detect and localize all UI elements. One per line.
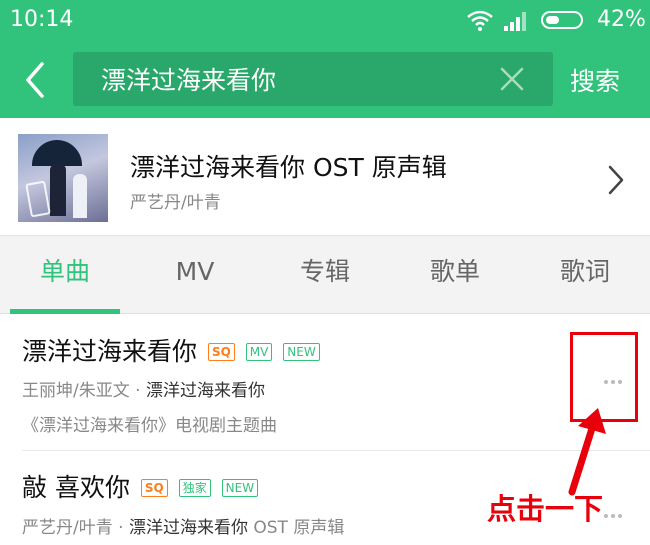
chevron-left-icon[interactable] [20,60,50,100]
song-title: 漂洋过海来看你 [22,337,198,366]
tab-label: MV [175,257,215,286]
song-meta: 王丽坤/朱亚文 · 漂洋过海来看你 [22,376,265,401]
sq-badge: SQ [140,479,168,497]
new-badge: NEW [221,479,259,497]
section-gap [0,236,650,244]
song-description: 《漂洋过海来看你》电视剧主题曲 [22,416,277,436]
tab-label: 歌词 [559,257,610,286]
status-bar: 10:14 42% [0,0,650,44]
sq-badge: SQ [207,343,235,361]
exclusive-badge: 独家 [178,479,211,497]
chevron-right-icon [606,164,626,200]
status-time: 10:14 [10,7,74,32]
tab-lyrics[interactable]: 歌词 [520,244,650,314]
song-album: 漂洋过海来看你 [128,518,248,538]
album-title: 漂洋过海来看你 OST 原声辑 [130,153,447,182]
song-row[interactable]: 漂洋过海来看你 SQ MV NEW 王丽坤/朱亚文 · 漂洋过海来看你 《漂洋过… [0,314,650,450]
album-artist: 严艺丹/叶青 [130,193,221,213]
battery-percent: 42% [597,7,646,32]
battery-icon [541,11,583,29]
mv-badge[interactable]: MV [245,343,273,361]
search-button[interactable]: 搜索 [570,62,620,98]
song-album-suffix: OST 原声辑 [247,518,345,538]
header-bar: 10:14 42% 漂洋过海来看你 搜索 [0,0,650,118]
meta-separator: · [129,381,146,401]
tab-label: 歌单 [429,257,480,286]
song-title-line: 漂洋过海来看你 SQ MV NEW [22,332,320,368]
search-field[interactable] [73,52,553,106]
album-card[interactable]: 漂洋过海来看你 OST 原声辑 严艺丹/叶青 [0,118,650,236]
new-badge: NEW [283,343,320,361]
song-title-line: 敲 喜欢你 SQ 独家 NEW [22,468,259,504]
meta-separator: · [112,518,129,538]
search-input[interactable] [101,52,481,106]
tab-single[interactable]: 单曲 [0,244,130,314]
song-meta: 严艺丹/叶青 · 漂洋过海来看你 OST 原声辑 [22,513,344,538]
tab-label: 专辑 [299,257,350,286]
album-cover [18,134,108,222]
song-artist: 严艺丹/叶青 [22,518,113,538]
song-artist: 王丽坤/朱亚文 [22,381,130,401]
tab-bar: 单曲 MV 专辑 歌单 歌词 [0,244,650,314]
tab-mv[interactable]: MV [130,244,260,314]
tap-hint-label: 点击一下 [487,492,604,526]
close-icon[interactable] [499,66,525,92]
tab-label: 单曲 [39,257,90,286]
tab-playlist[interactable]: 歌单 [390,244,520,314]
signal-icon [503,10,529,36]
tab-album[interactable]: 专辑 [260,244,390,314]
song-album: 漂洋过海来看你 [145,381,265,401]
song-title: 敲 喜欢你 [22,473,130,502]
wifi-icon [466,10,494,36]
